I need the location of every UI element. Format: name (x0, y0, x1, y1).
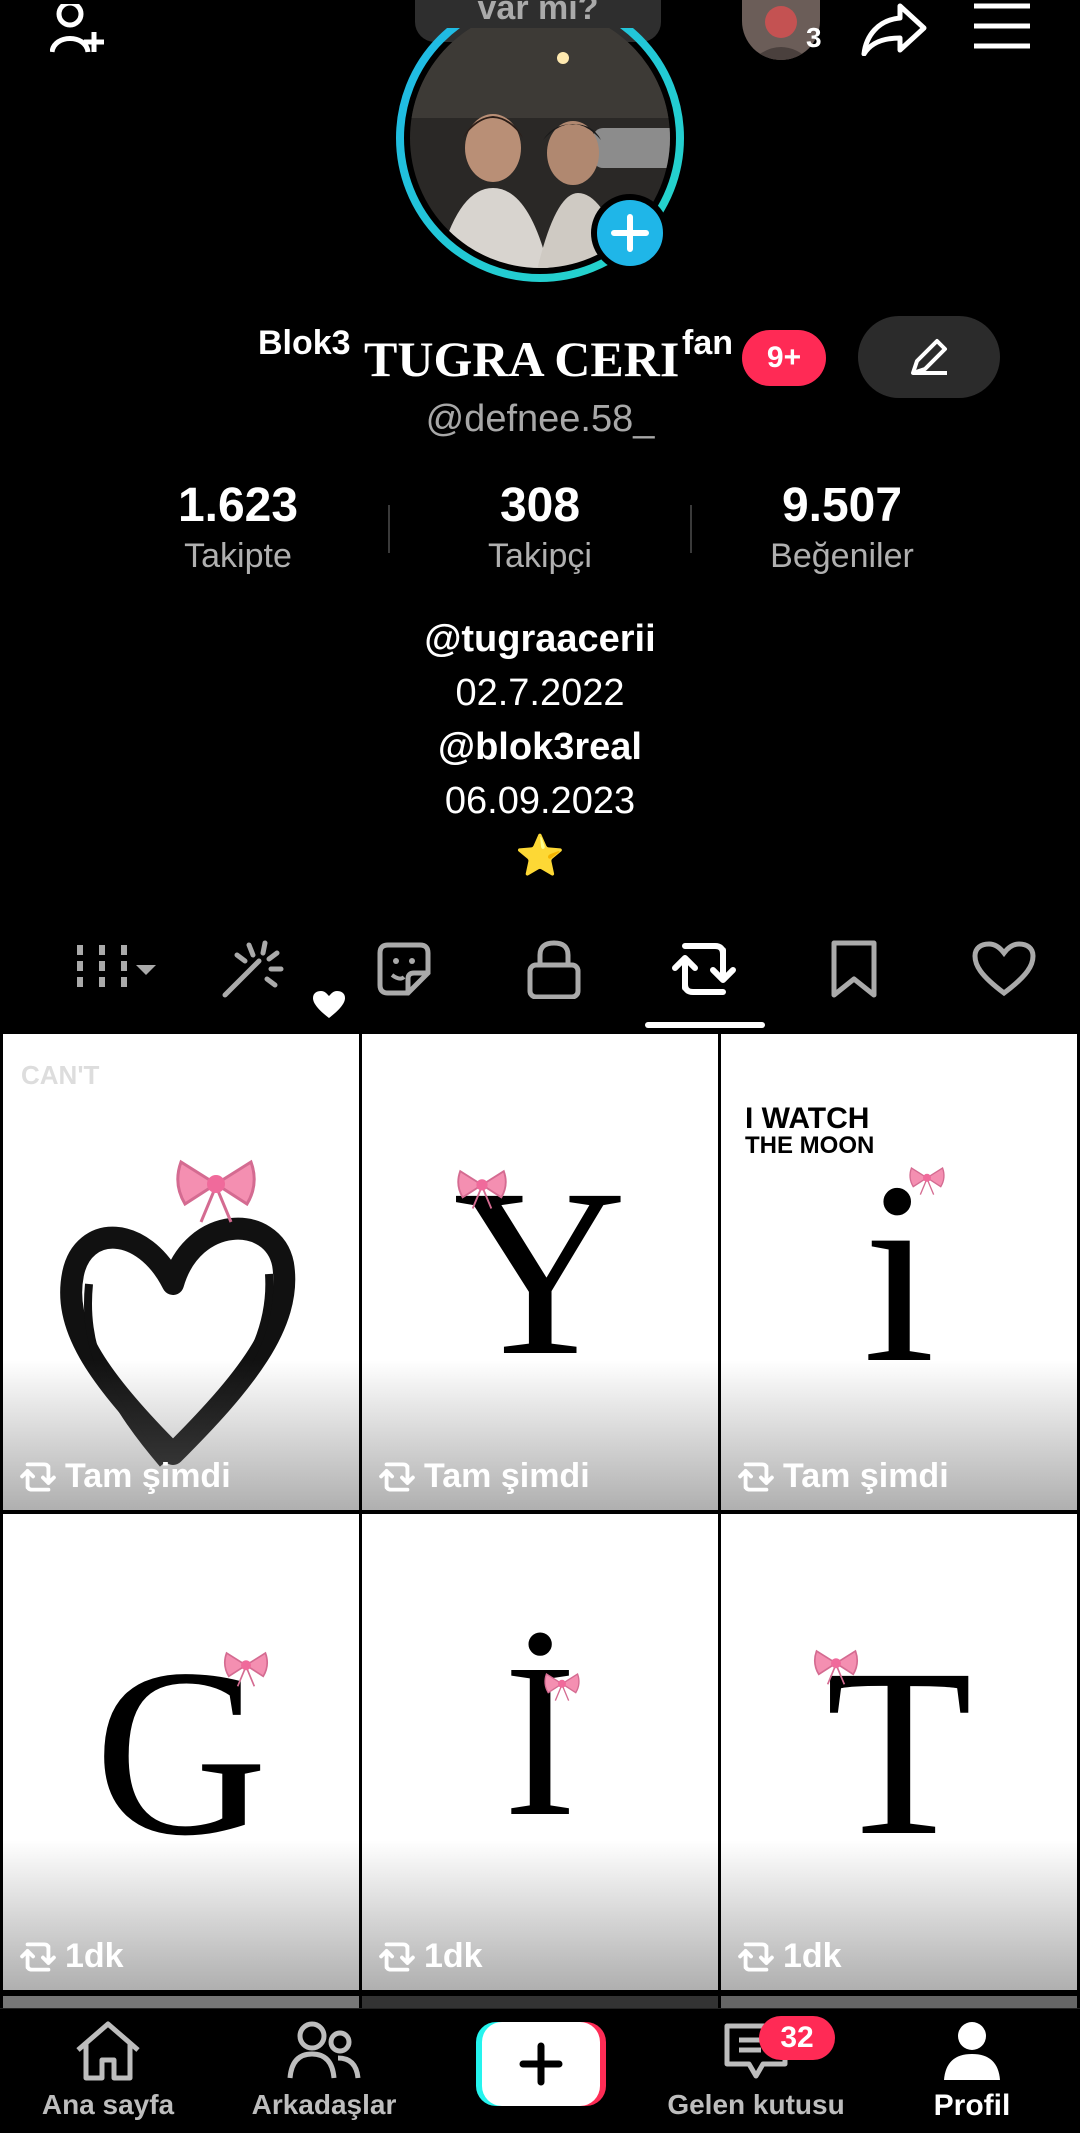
stat-divider (690, 505, 692, 553)
bookmark-icon (831, 940, 877, 998)
repost-icon (672, 943, 736, 995)
stat-value: 308 (499, 479, 581, 532)
nav-friends[interactable]: Arkadaşlar (216, 2020, 432, 2121)
stat-label: Takipçi (488, 537, 592, 575)
create-button[interactable] (476, 2022, 606, 2106)
nav-inbox-label: Gelen kutusu (667, 2089, 845, 2120)
plus-icon (476, 2022, 606, 2106)
active-tab-indicator (645, 1022, 765, 1028)
video-caption: Tam şimdi (378, 1457, 590, 1496)
video-overlay-text: CAN'T (21, 1060, 100, 1090)
pink-bow (907, 1164, 947, 1201)
pink-bow (811, 1646, 861, 1691)
pink-bow (542, 1670, 582, 1707)
story-count: 3 (806, 22, 822, 53)
profile-icon (944, 2022, 1000, 2080)
video-tile[interactable]: G 1dk (3, 1514, 359, 1990)
nav-friends-label: Arkadaşlar (251, 2089, 397, 2120)
video-caption-text: 1dk (65, 1937, 124, 1975)
video-caption: 1dk (378, 1937, 483, 1976)
tab-stickers[interactable] (364, 934, 444, 1004)
add-friend-icon[interactable] (40, 0, 120, 60)
video-caption-text: Tam şimdi (424, 1457, 590, 1495)
heart-icon (972, 941, 1036, 997)
video-caption-text: 1dk (424, 1937, 483, 1975)
menu-icon[interactable] (970, 0, 1034, 52)
repost-icon (20, 1461, 56, 1492)
video-tile-partial[interactable] (3, 1996, 359, 2008)
video-tile[interactable]: T 1dk (721, 1514, 1077, 1990)
lock-icon (527, 940, 581, 999)
display-name-prefix: Blok3 (258, 324, 351, 362)
stat-label: Beğeniler (770, 537, 914, 575)
video-glyph: İ (503, 1618, 577, 1862)
video-caption-text: 1dk (783, 1937, 842, 1975)
video-tile[interactable]: İ 1dk (362, 1514, 718, 1990)
stat-likes[interactable]: 9.507 Beğeniler (712, 478, 972, 576)
home-icon (76, 2021, 140, 2081)
sparkle-icon (222, 940, 284, 998)
inbox-badge: 32 (759, 2016, 835, 2060)
repost-icon (379, 1461, 415, 1492)
bio-mention[interactable]: @blok3real (0, 726, 1080, 769)
stat-value: 1.623 (177, 479, 299, 532)
tab-videos[interactable] (72, 934, 162, 1004)
bio-text: 02.7.2022 (455, 672, 625, 714)
tab-reposts[interactable] (664, 934, 744, 1004)
edit-profile-button[interactable] (858, 316, 1000, 398)
nav-home[interactable]: Ana sayfa (0, 2020, 216, 2121)
pink-bow (221, 1648, 271, 1693)
stat-followers[interactable]: 308 Takipçi (410, 478, 670, 576)
stat-value: 9.507 (781, 479, 903, 532)
share-icon[interactable] (858, 0, 930, 58)
pink-bow (454, 1166, 510, 1215)
tab-favorites[interactable] (814, 934, 894, 1004)
add-story-button[interactable] (591, 194, 669, 272)
pencil-icon (911, 339, 947, 375)
repost-icon (738, 1941, 774, 1972)
tab-effects[interactable] (214, 934, 294, 1004)
video-caption-text: Tam şimdi (783, 1457, 949, 1495)
note-text: var mı? (477, 0, 599, 27)
stat-following[interactable]: 1.623 Takipte (108, 478, 368, 576)
repost-icon (738, 1461, 774, 1492)
grid-icon (77, 945, 156, 993)
video-tile[interactable]: Y Tam şimdi (362, 1034, 718, 1510)
display-name-suffix: fan (682, 324, 733, 362)
notification-badge[interactable]: 9+ (742, 330, 826, 386)
pink-bow (171, 1154, 261, 1229)
repost-icon (379, 1941, 415, 1972)
video-tile-partial[interactable] (362, 1996, 718, 2008)
tab-private[interactable] (514, 934, 594, 1004)
video-caption: 1dk (19, 1937, 124, 1976)
video-caption: 1dk (737, 1937, 842, 1976)
video-tile-partial[interactable] (721, 1996, 1077, 2008)
video-tile[interactable]: I WATCH THE MOON i Tam şimdi (721, 1034, 1077, 1510)
repost-icon (20, 1941, 56, 1972)
heart-small-icon (312, 990, 346, 1025)
bio-star: ⭐ (515, 834, 565, 878)
bio-mention[interactable]: @tugraacerii (0, 618, 1080, 661)
username: @defnee.58_ (425, 398, 655, 440)
display-name: TUGRA CERI (364, 331, 680, 387)
video-caption-text: Tam şimdi (65, 1457, 231, 1495)
nav-profile[interactable]: Profil (864, 2020, 1080, 2123)
video-caption: Tam şimdi (737, 1457, 949, 1496)
nav-home-label: Ana sayfa (41, 2089, 175, 2120)
friends-icon (287, 2021, 361, 2079)
sticker-icon (377, 942, 431, 996)
bio-text: 06.09.2023 (444, 780, 636, 822)
video-tile[interactable]: CAN'T Tam şimdi (3, 1034, 359, 1510)
tab-liked[interactable] (964, 934, 1044, 1004)
stat-label: Takipte (184, 537, 292, 575)
stat-divider (388, 505, 390, 553)
video-caption: Tam şimdi (19, 1457, 231, 1496)
nav-profile-label: Profil (933, 2089, 1011, 2122)
